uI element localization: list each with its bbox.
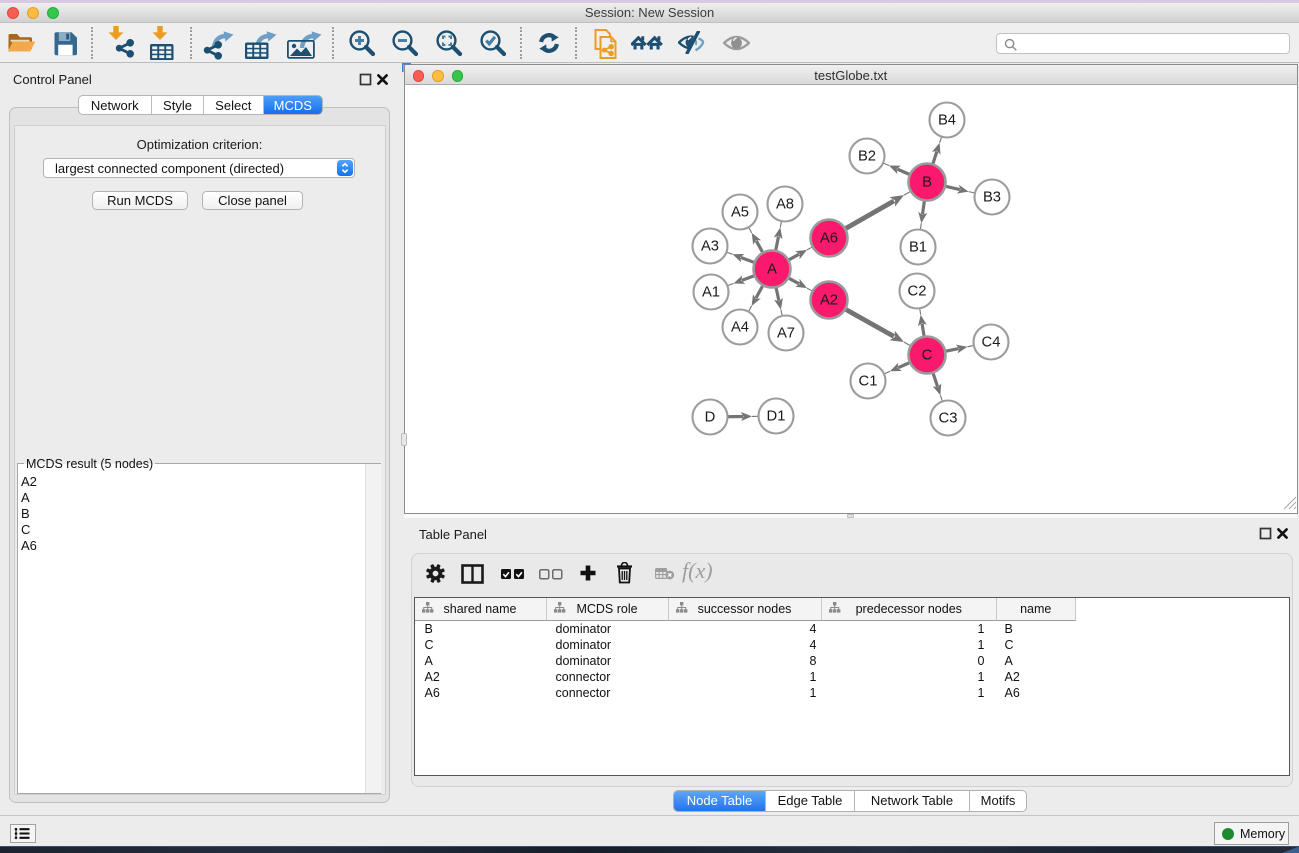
- svg-text:A8: A8: [776, 197, 794, 213]
- svg-text:A2: A2: [820, 293, 838, 309]
- svg-text:C4: C4: [982, 335, 1001, 351]
- svg-text:C3: C3: [939, 411, 958, 427]
- svg-text:B3: B3: [983, 190, 1001, 206]
- svg-text:B2: B2: [858, 149, 876, 165]
- svg-text:C2: C2: [908, 284, 927, 300]
- svg-text:C1: C1: [859, 374, 878, 390]
- svg-text:A1: A1: [702, 285, 720, 301]
- svg-text:D1: D1: [767, 409, 786, 425]
- svg-text:A5: A5: [731, 205, 749, 221]
- svg-text:A7: A7: [777, 326, 795, 342]
- svg-text:A3: A3: [701, 239, 719, 255]
- svg-text:A6: A6: [820, 231, 838, 247]
- svg-text:B1: B1: [909, 240, 927, 256]
- svg-text:B: B: [922, 175, 932, 191]
- svg-text:B4: B4: [938, 113, 956, 129]
- svg-text:D: D: [705, 410, 716, 426]
- svg-text:A: A: [767, 262, 777, 278]
- svg-text:A4: A4: [731, 320, 749, 336]
- svg-text:C: C: [922, 348, 933, 364]
